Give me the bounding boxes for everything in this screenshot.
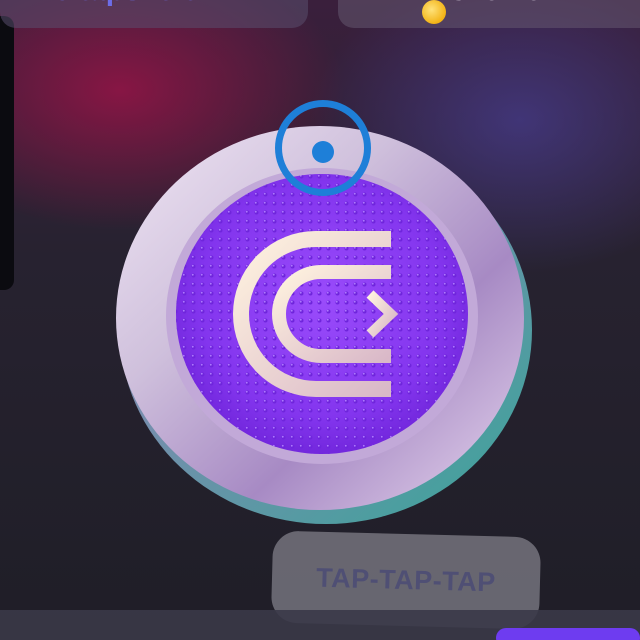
- tap-game-screen: 0 taps left 310.764: [0, 0, 640, 640]
- tap-button-label: TAP-TAP-TAP: [315, 562, 497, 597]
- balance-value: 310.764: [450, 0, 558, 8]
- tap-cursor-dot: [312, 141, 334, 163]
- side-panel: [0, 16, 14, 290]
- bottom-accent-button[interactable]: [496, 628, 640, 640]
- gold-coin-icon: [422, 0, 446, 24]
- taps-left-text: 0 taps left: [54, 0, 194, 8]
- taps-left-pill: 0 taps left: [0, 0, 308, 28]
- balance-pill: 310.764: [338, 0, 640, 28]
